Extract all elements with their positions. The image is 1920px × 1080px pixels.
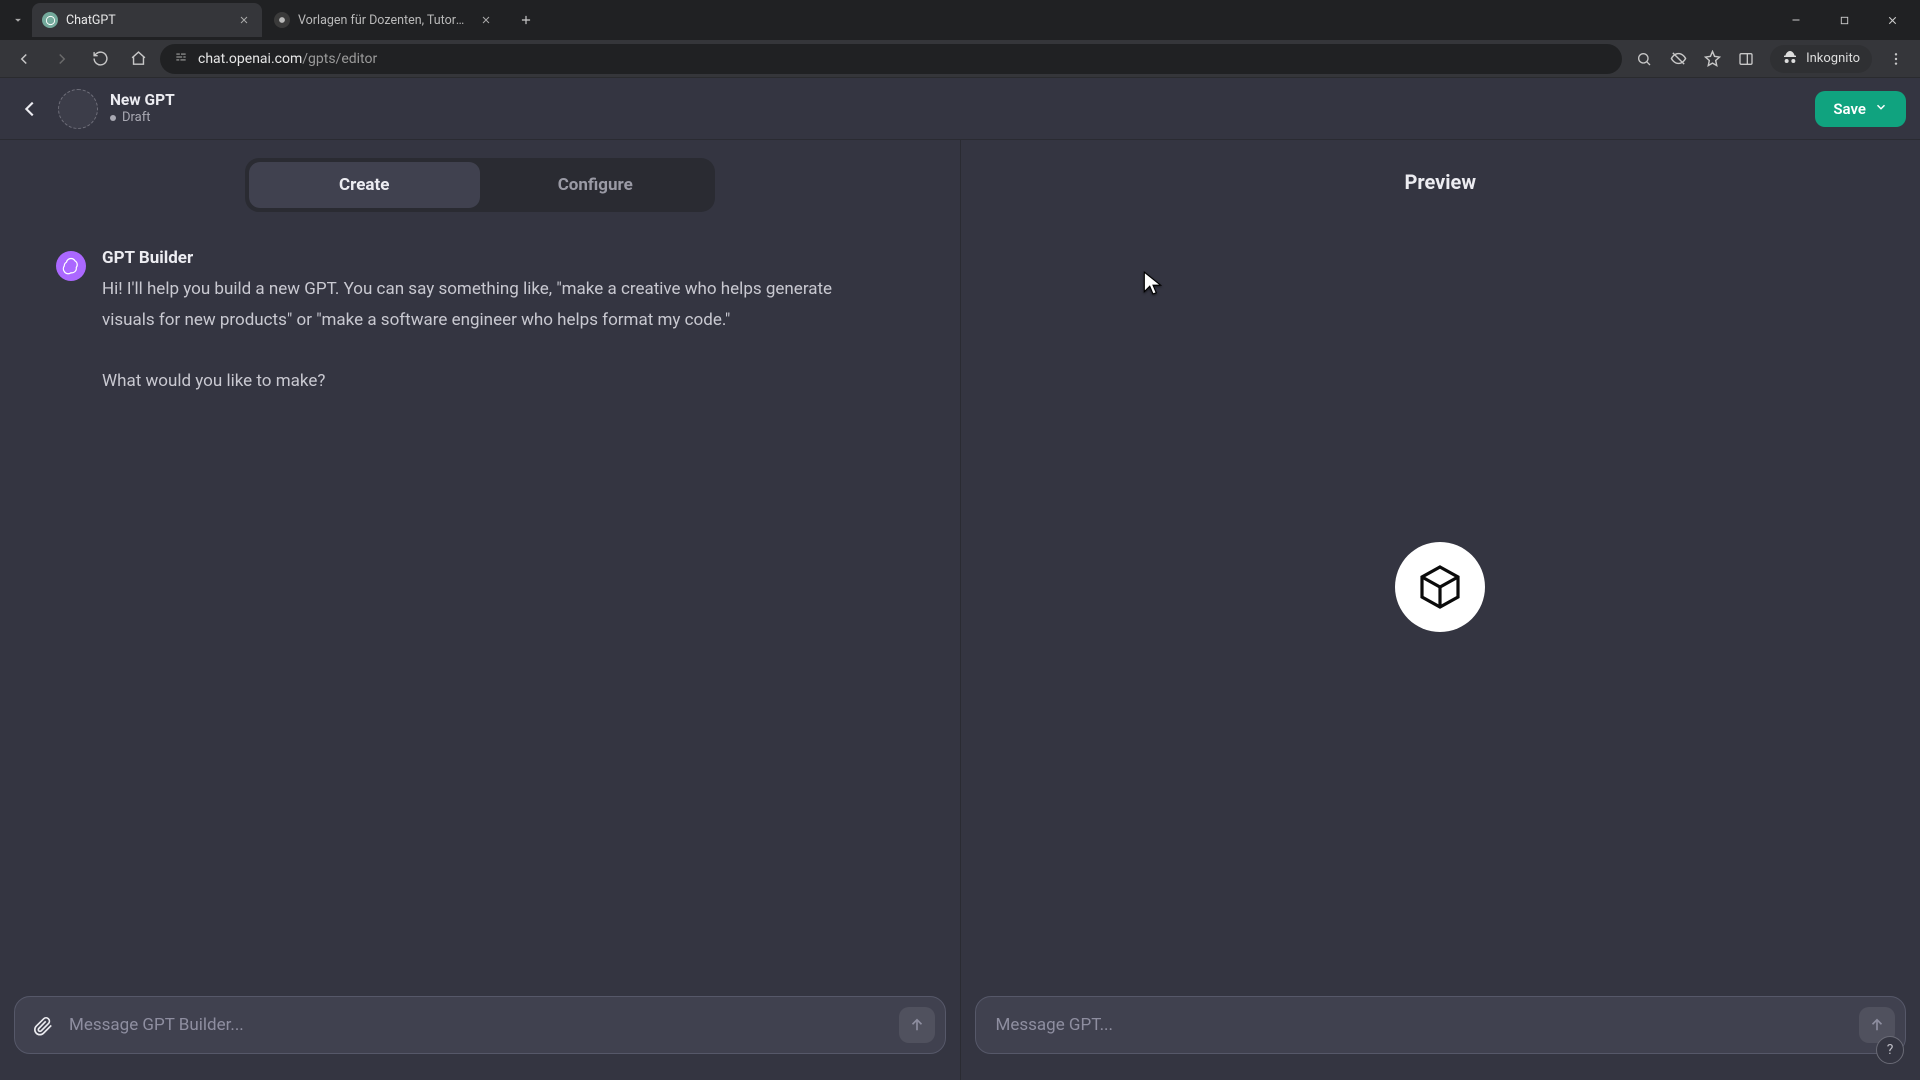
gpt-status: Draft [110,110,175,126]
close-icon[interactable] [236,12,252,28]
preview-composer[interactable]: Message GPT... [975,996,1907,1054]
window-controls [1774,4,1914,36]
site-settings-icon[interactable] [174,50,188,68]
browser-menu-icon[interactable] [1880,43,1912,75]
tab-search-dropdown[interactable] [6,8,30,32]
incognito-badge[interactable]: Inkognito [1770,45,1872,73]
gpt-title-block: New GPT Draft [110,91,175,125]
maximize-button[interactable] [1822,4,1866,36]
close-window-button[interactable] [1870,4,1914,36]
builder-avatar-icon [56,251,86,281]
incognito-label: Inkognito [1806,51,1860,66]
send-button[interactable] [899,1007,935,1043]
browser-tab-active[interactable]: ChatGPT [32,3,262,37]
reload-button[interactable] [84,43,116,75]
builder-input[interactable]: Message GPT Builder... [69,1015,887,1035]
builder-chat: GPT Builder Hi! I'll help you build a ne… [0,218,960,406]
preview-gpt-icon [1395,542,1485,632]
new-tab-button[interactable] [512,6,540,34]
side-panel-icon[interactable] [1730,43,1762,75]
editor-tabs: Create Configure [0,140,960,218]
back-button[interactable] [14,93,46,125]
bookmark-icon[interactable] [1696,43,1728,75]
attachment-icon[interactable] [29,1011,57,1039]
tab-configure[interactable]: Configure [480,162,711,208]
app-body: Create Configure GPT Builder Hi! I'll he… [0,140,1920,1080]
builder-composer[interactable]: Message GPT Builder... [14,996,946,1054]
browser-toolbar: chat.openai.com/gpts/editor Inkognito [0,40,1920,78]
generic-favicon [274,12,290,28]
preview-input[interactable]: Message GPT... [990,1015,1848,1035]
close-icon[interactable] [478,12,494,28]
openai-favicon [42,12,58,28]
gpt-editor-app: New GPT Draft Save Create Configure [0,78,1920,1080]
create-pane: Create Configure GPT Builder Hi! I'll he… [0,140,960,1080]
builder-message: GPT Builder Hi! I'll help you build a ne… [56,248,904,396]
address-bar[interactable]: chat.openai.com/gpts/editor [160,44,1622,74]
tab-bar: ChatGPT Vorlagen für Dozenten, Tutore… [0,0,1920,40]
app-header: New GPT Draft Save [0,78,1920,140]
browser-chrome: ChatGPT Vorlagen für Dozenten, Tutore… [0,0,1920,78]
chevron-down-icon [1874,100,1888,118]
nav-back-button[interactable] [8,43,40,75]
home-button[interactable] [122,43,154,75]
gpt-title: New GPT [110,91,175,110]
builder-message-body: Hi! I'll help you build a new GPT. You c… [102,274,862,396]
tab-title: ChatGPT [66,13,228,28]
incognito-icon [1782,49,1798,69]
tab-title: Vorlagen für Dozenten, Tutore… [298,13,470,28]
zoom-icon[interactable] [1628,43,1660,75]
tracking-icon[interactable] [1662,43,1694,75]
save-button[interactable]: Save [1815,91,1906,127]
nav-forward-button[interactable] [46,43,78,75]
preview-title: Preview [961,140,1920,194]
minimize-button[interactable] [1774,4,1818,36]
help-button[interactable]: ? [1876,1036,1904,1064]
tab-create[interactable]: Create [249,162,480,208]
preview-pane: Preview Message GPT... ? [961,140,1920,1080]
builder-name: GPT Builder [102,248,862,268]
browser-tab-inactive[interactable]: Vorlagen für Dozenten, Tutore… [264,3,504,37]
gpt-avatar-placeholder[interactable] [58,89,98,129]
save-label: Save [1833,100,1866,118]
url-text: chat.openai.com/gpts/editor [198,51,377,67]
box-icon [1416,563,1464,611]
